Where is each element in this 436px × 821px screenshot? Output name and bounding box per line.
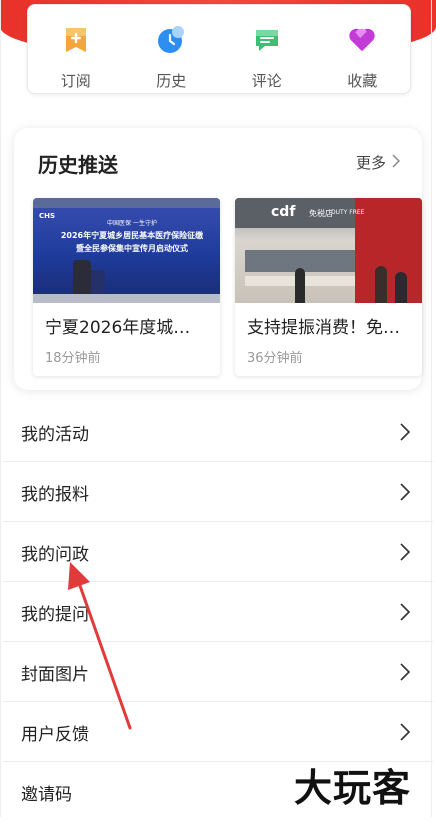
chevron-right-icon	[400, 483, 411, 501]
news-headline: 支持提振消费！免…	[247, 318, 400, 338]
quick-entry-label: 订阅	[60, 72, 91, 90]
quick-entry-label: 收藏	[347, 72, 378, 90]
menu-item-my-questions[interactable]: 我的提问	[3, 582, 433, 642]
quick-entry-favorite[interactable]: 收藏	[322, 5, 402, 91]
menu-item-my-inquiries[interactable]: 我的问政	[3, 522, 433, 582]
news-time: 18分钟前	[45, 351, 101, 366]
menu-item-label: 用户反馈	[21, 725, 89, 745]
menu-item-label: 邀请码	[21, 785, 72, 805]
quick-entry-label: 评论	[251, 72, 282, 90]
favorite-icon	[347, 25, 377, 55]
chevron-right-icon	[400, 423, 411, 441]
chevron-right-icon	[400, 663, 411, 681]
menu-item-label: 封面图片	[21, 665, 89, 685]
menu-item-label: 我的问政	[21, 545, 89, 565]
menu-item-cover-image[interactable]: 封面图片	[3, 642, 433, 702]
news-card[interactable]: CHS 中国医保 一生守护 2026年宁夏城乡居民基本医疗保险征缴 暨全民参保集…	[33, 198, 220, 376]
news-thumbnail: CHS 中国医保 一生守护 2026年宁夏城乡居民基本医疗保险征缴 暨全民参保集…	[33, 198, 220, 303]
duty-free-sign-en: DUTY FREE	[331, 209, 365, 216]
chevron-right-icon	[392, 153, 401, 172]
news-time: 36分钟前	[247, 351, 303, 366]
quick-entry-label: 历史	[156, 72, 187, 90]
quick-entry-comment[interactable]: 评论	[227, 5, 307, 91]
menu-item-label: 我的活动	[21, 425, 89, 445]
history-icon	[156, 25, 186, 55]
section-title: 历史推送	[38, 153, 118, 177]
chevron-right-icon	[400, 543, 411, 561]
quick-entry-subscribe[interactable]: 订阅	[36, 5, 116, 91]
comment-icon	[252, 25, 282, 55]
news-card[interactable]: cdf 免税店 DUTY FREE 支持提振消费！免… 36分钟前	[235, 198, 422, 376]
menu-item-label: 我的提问	[21, 605, 89, 625]
news-headline: 宁夏2026年度城…	[45, 318, 191, 338]
menu-item-my-activities[interactable]: 我的活动	[3, 402, 433, 462]
quick-entry-history[interactable]: 历史	[131, 5, 211, 91]
cdf-sign: cdf	[271, 204, 296, 220]
quick-entry-card: 订阅 历史 评论 收藏	[27, 4, 411, 94]
menu-item-my-reports[interactable]: 我的报料	[3, 462, 433, 522]
banner-text: 中国医保 一生守护 2026年宁夏城乡居民基本医疗保险征缴 暨全民参保集中宣传月…	[60, 220, 204, 253]
duty-free-sign: 免税店	[309, 209, 333, 218]
watermark: 大玩客	[294, 766, 412, 810]
subscribe-icon	[61, 25, 91, 55]
chevron-right-icon	[400, 603, 411, 621]
news-thumbnail: cdf 免税店 DUTY FREE	[235, 198, 422, 303]
history-push-card: 历史推送 更多 CHS 中国医保 一生守护 2026年宁夏城乡居民基本医疗保险征…	[14, 128, 422, 390]
menu-item-label: 我的报料	[21, 485, 89, 505]
more-label: 更多	[355, 154, 386, 172]
chevron-right-icon	[400, 723, 411, 741]
more-link[interactable]: 更多	[355, 152, 401, 173]
menu-item-feedback[interactable]: 用户反馈	[3, 702, 433, 762]
